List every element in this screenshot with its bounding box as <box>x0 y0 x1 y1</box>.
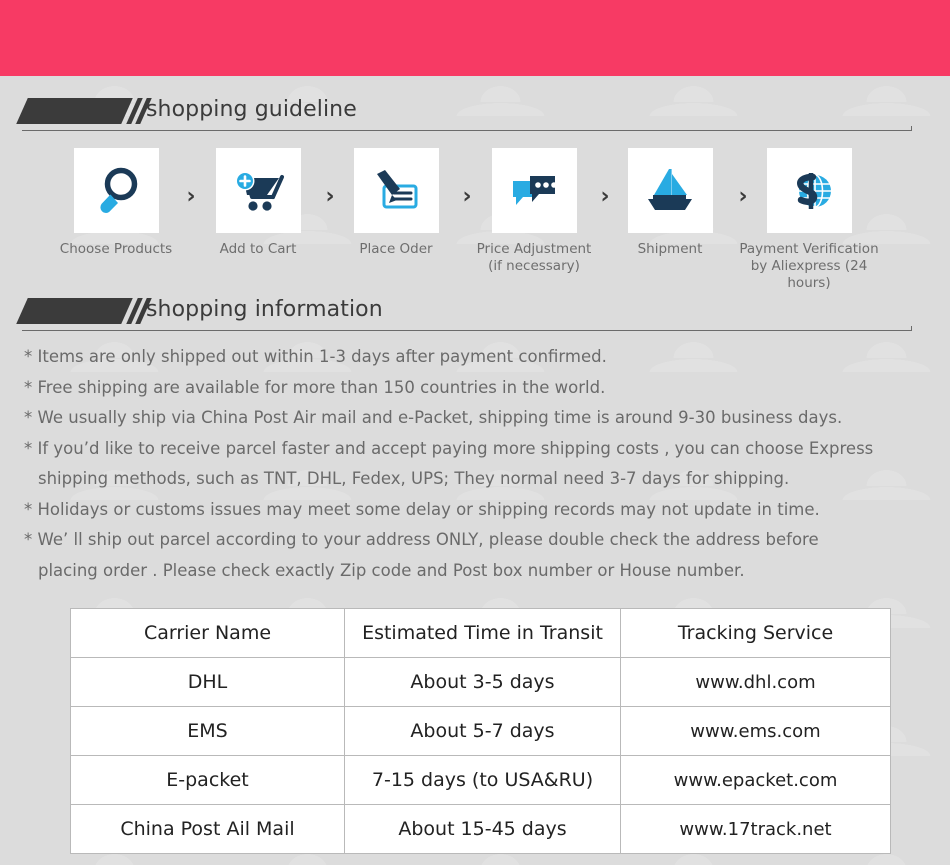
step-choose-products: Choose Products <box>46 145 186 258</box>
shopping-cart-plus-icon <box>235 171 284 211</box>
tracking-url-cell[interactable]: www.ems.com <box>620 706 891 756</box>
step-icon-box <box>627 148 713 233</box>
step-place-order: Place Oder <box>326 145 466 258</box>
carrier-name-cell: EMS <box>70 706 345 756</box>
info-line: * Free shipping are available for more t… <box>24 377 606 397</box>
table-row: EMS About 5-7 days www.ems.com <box>70 706 891 756</box>
shipping-info-list: * Items are only shipped out within 1-3 … <box>24 342 929 586</box>
pen-check-icon <box>377 169 418 208</box>
step-icon-box <box>73 148 159 233</box>
step-icon-box <box>353 148 439 233</box>
table-header-row: Carrier Name Estimated Time in Transit T… <box>70 608 891 658</box>
step-add-to-cart: Add to Cart <box>188 145 328 258</box>
tracking-url-cell[interactable]: www.17track.net <box>620 804 891 854</box>
info-line: shipping methods, such as TNT, DHL, Fede… <box>38 469 790 488</box>
step-label: Add to Cart <box>219 241 297 257</box>
table-header-cell: Tracking Service <box>620 608 891 658</box>
chat-bubbles-icon <box>513 175 557 205</box>
table-row: DHL About 3-5 days www.dhl.com <box>70 657 891 707</box>
header-divider <box>22 326 912 331</box>
carrier-table: Carrier Name Estimated Time in Transit T… <box>70 608 891 854</box>
step-icon-box <box>766 148 852 233</box>
step-label: Price Adjustment (if necessary) <box>476 241 592 274</box>
section-header-guideline: shopping guideline <box>16 92 912 132</box>
step-label: Payment Verification by Aliexpress (24 h… <box>739 241 879 291</box>
info-line: * We’ ll ship out parcel according to yo… <box>24 530 819 549</box>
page-root: shopping guideline Choose Products › Add… <box>0 0 950 865</box>
tracking-url-cell[interactable]: www.epacket.com <box>620 755 891 805</box>
transit-time-cell: About 5-7 days <box>344 706 621 756</box>
step-icon-box <box>215 148 301 233</box>
header-divider <box>22 126 912 131</box>
step-payment-verification: Payment Verification by Aliexpress (24 h… <box>739 145 879 292</box>
table-header-cell: Estimated Time in Transit <box>344 608 621 658</box>
transit-time-cell: 7-15 days (to USA&RU) <box>344 755 621 805</box>
info-line: * Holidays or customs issues may meet so… <box>24 499 820 519</box>
step-icon-box <box>491 148 577 233</box>
dollar-globe-icon <box>797 172 831 209</box>
step-label: Place Oder <box>359 241 433 257</box>
tracking-url-cell[interactable]: www.dhl.com <box>620 657 891 707</box>
header-flag-shape <box>16 98 133 124</box>
sailboat-icon <box>648 168 692 210</box>
table-header-cell: Carrier Name <box>70 608 345 658</box>
section-header-information: shopping information <box>16 292 912 332</box>
magnifier-icon <box>100 167 138 213</box>
transit-time-cell: About 15-45 days <box>344 804 621 854</box>
info-line: * We usually ship via China Post Air mai… <box>24 408 843 427</box>
step-price-adjustment: Price Adjustment (if necessary) <box>464 145 604 275</box>
info-line: * Items are only shipped out within 1-3 … <box>24 347 607 366</box>
transit-time-cell: About 3-5 days <box>344 657 621 707</box>
step-label: Shipment <box>637 241 703 257</box>
step-label: Choose Products <box>59 241 173 257</box>
table-row: E-packet 7-15 days (to USA&RU) www.epack… <box>70 755 891 805</box>
page-title-information: shopping information <box>146 297 383 322</box>
carrier-name-cell: E-packet <box>70 755 345 805</box>
carrier-name-cell: China Post Ail Mail <box>70 804 345 854</box>
step-shipment: Shipment <box>600 145 740 258</box>
table-row: China Post Ail Mail About 15-45 days www… <box>70 804 891 854</box>
carrier-name-cell: DHL <box>70 657 345 707</box>
top-pink-banner <box>0 0 950 76</box>
header-flag-shape <box>16 298 133 324</box>
info-line: * If you’d like to receive parcel faster… <box>24 438 874 458</box>
page-title-guideline: shopping guideline <box>146 97 357 122</box>
shopping-steps-row: Choose Products › Add to Cart › Place Od… <box>0 145 950 291</box>
info-line: placing order . Please check exactly Zip… <box>38 560 745 580</box>
